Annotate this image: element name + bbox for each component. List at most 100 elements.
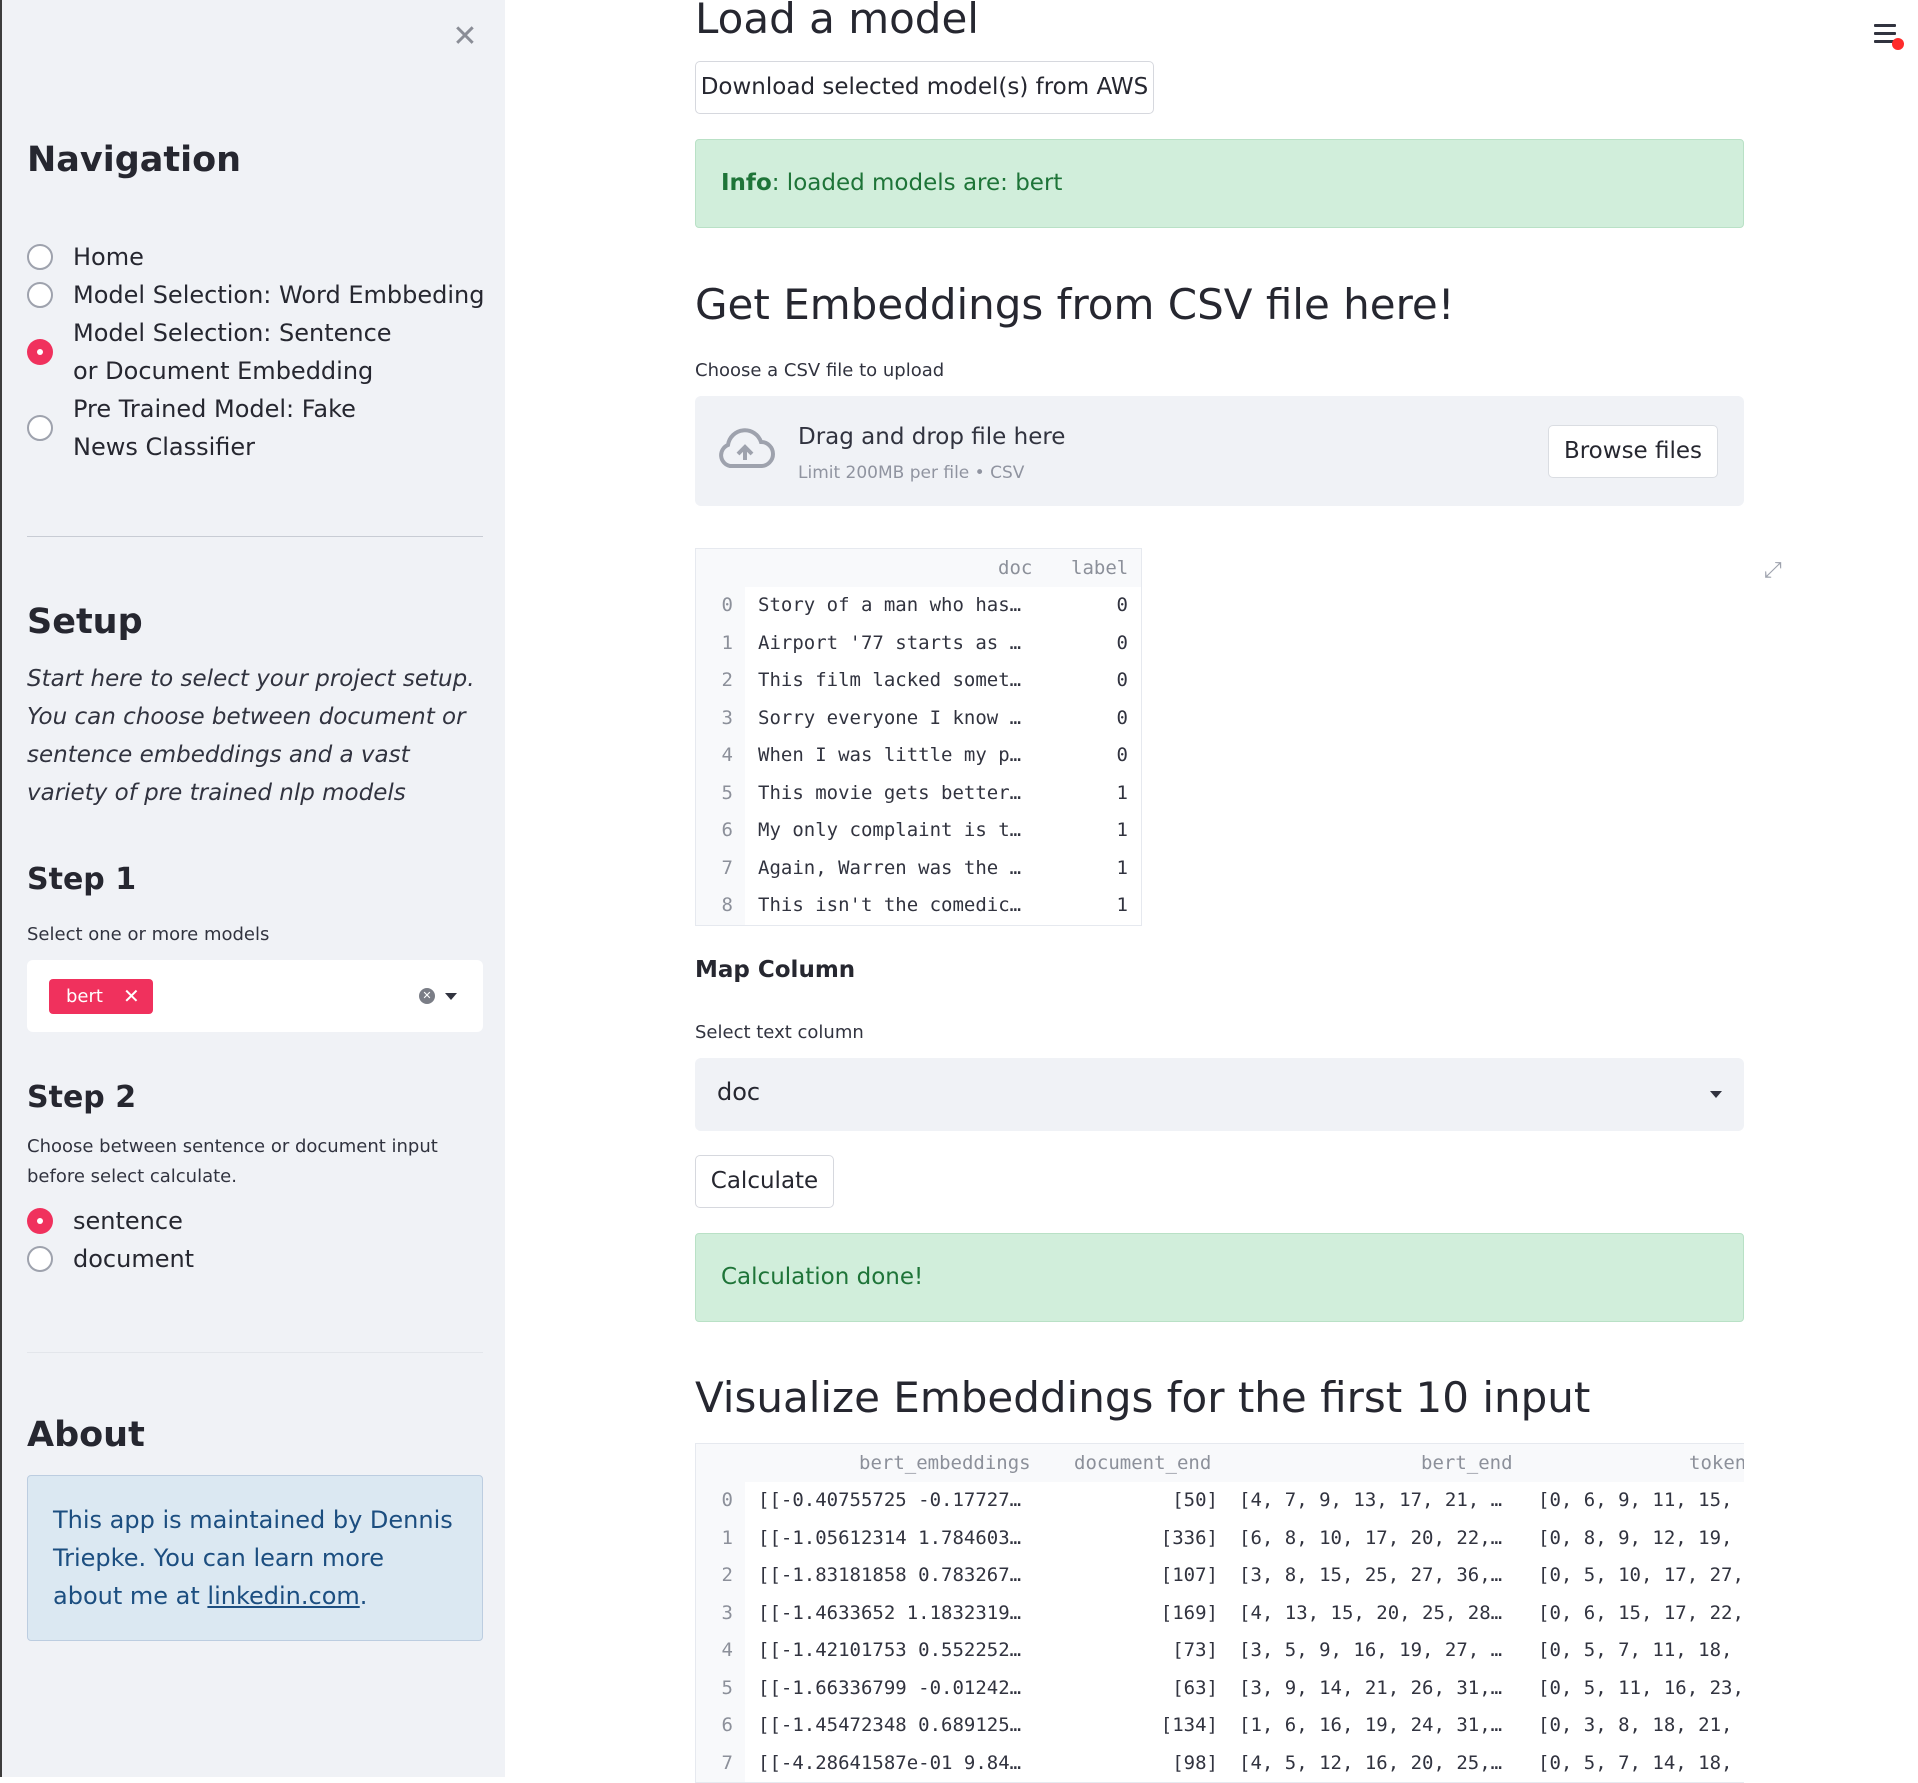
cell-doc[interactable]: This film lacked somet… [758,662,1021,699]
cell-label[interactable]: 0 [1088,662,1128,699]
text-column-select[interactable]: doc [695,1058,1744,1131]
cell-doc[interactable]: This movie gets better… [758,775,1021,812]
about-title: About [27,1415,145,1455]
cell-token[interactable]: [0, 5, 10, 17, 27, [1538,1557,1744,1594]
table-row: 2 This film lacked somet… 0 [696,662,1141,699]
radio-icon[interactable] [27,282,53,308]
cell-label[interactable]: 1 [1088,887,1128,924]
chevron-down-icon[interactable] [1710,1091,1722,1098]
cell-label[interactable]: 0 [1088,587,1128,624]
cell-token[interactable]: [0, 5, 7, 14, 18, [1538,1745,1732,1782]
cell-document-end[interactable]: [98] [1066,1745,1218,1782]
fullscreen-expand-icon[interactable]: ⤢ [1764,558,1788,583]
cell-bert-embeddings[interactable]: [[-1.45472348 0.689125… [758,1707,1021,1744]
radio-label: document [73,1245,195,1273]
cell-label[interactable]: 0 [1088,625,1128,662]
info-prefix: Info [721,170,772,196]
cell-bert-embeddings[interactable]: [[-4.28641587e-01 9.84… [758,1745,1021,1782]
cell-document-end[interactable]: [134] [1066,1707,1218,1744]
csv-section-title: Get Embeddings from CSV file here! [695,280,1455,329]
radio-icon[interactable] [27,244,53,270]
cell-document-end[interactable]: [107] [1066,1557,1218,1594]
cell-document-end[interactable]: [63] [1066,1670,1218,1707]
cell-doc[interactable]: My only complaint is t… [758,812,1021,849]
embeddings-dataframe[interactable]: bert_embeddings document_end bert_end to… [695,1443,1744,1783]
close-icon[interactable]: ✕ [450,22,480,52]
radio-icon[interactable] [27,415,53,441]
nav-radio-fake-news[interactable]: Pre Trained Model: Fake News Classifier [27,390,407,466]
map-column-title: Map Column [695,957,856,983]
cell-bert-end[interactable]: [6, 8, 10, 17, 20, 22,… [1239,1520,1502,1557]
cell-doc[interactable]: Sorry everyone I know … [758,700,1021,737]
cell-bert-end[interactable]: [4, 13, 15, 20, 25, 28… [1239,1595,1502,1632]
column-header-label[interactable]: label [1071,557,1128,579]
sidebar-divider [27,536,483,537]
cell-bert-end[interactable]: [1, 6, 16, 19, 24, 31,… [1239,1707,1502,1744]
cell-doc[interactable]: When I was little my p… [758,737,1021,774]
nav-radio-sentence-embedding[interactable]: Model Selection: Sentence or Document Em… [27,314,407,390]
cloud-upload-icon [719,428,775,468]
column-header-document-end[interactable]: document_end [1074,1452,1211,1474]
cell-document-end[interactable]: [169] [1066,1595,1218,1632]
csv-dataframe[interactable]: doc label 0 Story of a man who has… 0 1 Airp… [695,548,1142,926]
cell-bert-embeddings[interactable]: [[-0.40755725 -0.17727… [758,1482,1021,1519]
cell-bert-embeddings[interactable]: [[-1.42101753 0.552252… [758,1632,1021,1669]
column-header-bert-embeddings[interactable]: bert_embeddings [859,1452,1031,1474]
cell-bert-end[interactable]: [3, 8, 15, 25, 27, 36,… [1239,1557,1502,1594]
nav-radio-word-embedding[interactable]: Model Selection: Word Embbeding [27,276,484,314]
cell-label[interactable]: 1 [1088,850,1128,887]
clear-icon[interactable]: ✕ [419,988,435,1004]
cell-bert-end[interactable]: [3, 9, 14, 21, 26, 31,… [1239,1670,1502,1707]
input-radio-sentence[interactable]: sentence [27,1202,183,1240]
cell-token[interactable]: [0, 8, 9, 12, 19, [1538,1520,1732,1557]
remove-tag-icon[interactable]: ✕ [123,979,140,1014]
input-radio-document[interactable]: document [27,1240,194,1278]
cell-token[interactable]: [0, 6, 9, 11, 15, [1538,1482,1732,1519]
cell-label[interactable]: 0 [1088,700,1128,737]
cell-bert-end[interactable]: [4, 7, 9, 13, 17, 21, … [1239,1482,1502,1519]
cell-doc[interactable]: Airport '77 starts as … [758,625,1021,662]
cell-bert-embeddings[interactable]: [[-1.05612314 1.784603… [758,1520,1021,1557]
browse-files-button[interactable]: Browse files [1548,425,1718,478]
calculate-button[interactable]: Calculate [695,1155,834,1208]
cell-doc[interactable]: This isn't the comedic… [758,887,1021,924]
radio-checked-icon[interactable] [27,1208,53,1234]
table-row: 7 [[-4.28641587e-01 9.84… [98] [4, 5, 12, 1… [696,1745,1744,1782]
radio-checked-icon[interactable] [27,339,53,365]
nav-radio-home[interactable]: Home [27,238,144,276]
linkedin-link[interactable]: linkedin.com [207,1582,359,1610]
table-row: 0 [[-0.40755725 -0.17727… [50] [4, 7, 9, 13… [696,1482,1744,1519]
cell-label[interactable]: 1 [1088,775,1128,812]
cell-bert-embeddings[interactable]: [[-1.4633652 1.1832319… [758,1595,1021,1632]
cell-doc[interactable]: Again, Warren was the … [758,850,1021,887]
cell-label[interactable]: 0 [1088,737,1128,774]
cell-document-end[interactable]: [50] [1066,1482,1218,1519]
download-models-button[interactable]: Download selected model(s) from AWS [695,61,1154,114]
cell-document-end[interactable]: [73] [1066,1632,1218,1669]
row-index: 2 [721,669,733,691]
cell-token[interactable]: [0, 5, 7, 11, 18, [1538,1632,1732,1669]
cell-bert-embeddings[interactable]: [[-1.83181858 0.783267… [758,1557,1021,1594]
row-index: 4 [721,1639,733,1661]
chevron-down-icon[interactable] [445,993,457,1000]
cell-bert-embeddings[interactable]: [[-1.66336799 -0.01242… [758,1670,1021,1707]
cell-document-end[interactable]: [336] [1066,1520,1218,1557]
radio-icon[interactable] [27,1246,53,1272]
file-uploader-dropzone[interactable]: Drag and drop file here Limit 200MB per … [695,396,1744,506]
cell-token[interactable]: [0, 3, 8, 18, 21, [1538,1707,1732,1744]
column-header-token[interactable]: token [1689,1452,1744,1474]
cell-doc[interactable]: Story of a man who has… [758,587,1021,624]
navigation-title: Navigation [27,140,242,180]
model-multiselect[interactable]: bert ✕ ✕ [27,960,483,1032]
cell-bert-end[interactable]: [4, 5, 12, 16, 20, 25,… [1239,1745,1502,1782]
column-header-bert-end[interactable]: bert_end [1421,1452,1513,1474]
load-model-title: Load a model [695,0,979,43]
cell-token[interactable]: [0, 6, 15, 17, 22, [1538,1595,1744,1632]
hamburger-menu-icon[interactable] [1874,24,1904,50]
column-header-doc[interactable]: doc [998,557,1032,579]
nav-label: Model Selection: Sentence or Document Em… [73,319,392,385]
setup-description: Start here to select your project setup.… [27,666,475,806]
cell-label[interactable]: 1 [1088,812,1128,849]
cell-token[interactable]: [0, 5, 11, 16, 23, [1538,1670,1744,1707]
cell-bert-end[interactable]: [3, 5, 9, 16, 19, 27, … [1239,1632,1502,1669]
